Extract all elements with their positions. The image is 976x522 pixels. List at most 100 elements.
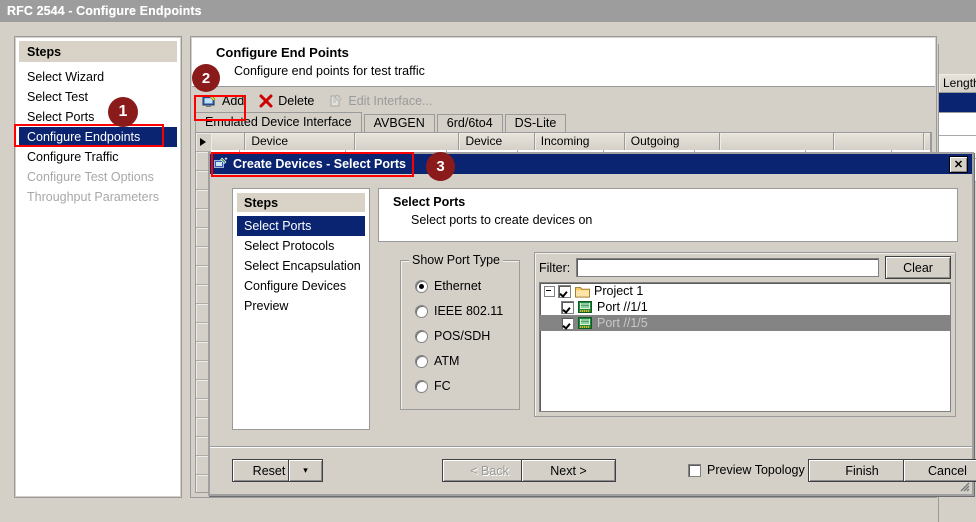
finish-button[interactable]: Finish (808, 459, 916, 482)
preview-topology-label: Preview Topology (707, 463, 805, 477)
show-port-type-legend: Show Port Type (409, 253, 504, 267)
create-devices-dialog-title[interactable]: Create Devices - Select Ports ✕ (210, 154, 972, 174)
checkbox-port-1-1[interactable] (561, 300, 574, 314)
radio-fc-label: FC (434, 379, 451, 393)
dialog-steps-list: Select Ports Select Protocols Select Enc… (233, 216, 369, 316)
radio-ieee-802-11[interactable]: IEEE 802.11 (415, 304, 503, 318)
window-title: RFC 2544 - Configure Endpoints (7, 4, 202, 18)
reset-dropdown-button[interactable]: ▾ (288, 459, 323, 482)
app-window: RFC 2544 - Configure Endpoints Steps Sel… (0, 0, 976, 522)
radio-ethernet[interactable]: Ethernet (415, 279, 481, 293)
callout-badge-1: 1 (108, 97, 138, 127)
port-icon (578, 300, 593, 314)
resize-grip-icon[interactable] (957, 479, 970, 492)
filter-row: Filter: Clear (539, 256, 951, 279)
dialog-main-area: Show Port Type Ethernet IEEE 802.11 POS/… (378, 246, 958, 428)
tree-node-label: Port //1/1 (597, 300, 648, 314)
grid-header-cell[interactable]: Device (459, 133, 535, 150)
ports-listbox: Filter: Clear Project 1 Port //1/1 Port … (534, 252, 956, 417)
right-strip-selected-row[interactable] (939, 93, 976, 113)
tab-ds-lite[interactable]: DS-Lite (504, 114, 567, 132)
dialog-page-title: Select Ports (393, 195, 466, 209)
grid-current-row-indicator (196, 133, 211, 152)
create-devices-dialog: Create Devices - Select Ports ✕ Steps Se… (208, 152, 976, 496)
right-strip-row[interactable] (939, 113, 976, 136)
tab-emulated-device-interface[interactable]: Emulated Device Interface (195, 112, 362, 132)
radio-ieee-802-11-label: IEEE 802.11 (434, 304, 504, 318)
wizard-steps-panel: Steps Select Wizard Select Test Select P… (14, 36, 182, 498)
tree-node-port-1-1[interactable]: Port //1/1 (540, 299, 950, 315)
grid-header-cell[interactable] (834, 133, 924, 150)
clear-button[interactable]: Clear (885, 256, 951, 279)
folder-icon (575, 285, 590, 298)
radio-pos-sdh[interactable]: POS/SDH (415, 329, 490, 343)
edit-interface-button: Edit Interface... (323, 91, 437, 111)
grid-header-cell[interactable] (924, 133, 931, 150)
grid-header-cell[interactable]: Incoming (534, 133, 625, 150)
dialog-step-select-protocols[interactable]: Select Protocols (233, 236, 369, 256)
tab-6rd-6to4[interactable]: 6rd/6to4 (436, 114, 503, 132)
radio-ieee-802-11-icon[interactable] (415, 304, 428, 318)
radio-ethernet-label: Ethernet (434, 279, 482, 293)
next-button[interactable]: Next > (521, 459, 616, 482)
length-column-header[interactable]: Length (939, 74, 976, 93)
tree-node-label: Project 1 (594, 284, 644, 298)
filter-input[interactable] (576, 258, 879, 277)
collapse-icon[interactable] (544, 285, 555, 297)
ports-tree[interactable]: Project 1 Port //1/1 Port //1/5 (539, 282, 951, 412)
add-device-icon (202, 93, 218, 109)
close-icon[interactable]: ✕ (949, 156, 968, 173)
sidebar-item-configure-traffic[interactable]: Configure Traffic (15, 147, 181, 167)
content-toolbar: Add Delete Edit Interface... (193, 89, 934, 113)
delete-button-label: Delete (278, 94, 315, 108)
delete-x-icon (258, 93, 274, 109)
radio-fc[interactable]: FC (415, 379, 451, 393)
tree-node-project-1[interactable]: Project 1 (540, 283, 950, 299)
add-button[interactable]: Add (197, 91, 249, 111)
radio-atm[interactable]: ATM (415, 354, 459, 368)
filter-label: Filter: (539, 260, 571, 275)
steps-list: Select Wizard Select Test Select Ports C… (15, 67, 181, 207)
tree-node-port-1-5[interactable]: Port //1/5 (540, 315, 950, 331)
grid-header-cell[interactable] (354, 133, 460, 150)
dialog-step-select-encapsulation[interactable]: Select Encapsulation (233, 256, 369, 276)
grid-header-cell[interactable]: Outgoing (624, 133, 720, 150)
grid-header-row: Device Device Incoming Outgoing (211, 133, 931, 151)
show-port-type-group: Show Port Type Ethernet IEEE 802.11 POS/… (400, 253, 520, 410)
radio-fc-icon[interactable] (415, 379, 428, 393)
sidebar-item-select-test[interactable]: Select Test (15, 87, 181, 107)
window-titlebar: RFC 2544 - Configure Endpoints (0, 0, 976, 22)
create-devices-icon (214, 157, 229, 171)
dialog-title-text: Create Devices - Select Ports (233, 157, 407, 171)
edit-interface-button-label: Edit Interface... (348, 94, 433, 108)
page-subtitle: Configure end points for test traffic (234, 64, 425, 78)
dialog-step-configure-devices[interactable]: Configure Devices (233, 276, 369, 296)
page-title: Configure End Points (216, 45, 349, 60)
sidebar-item-select-wizard[interactable]: Select Wizard (15, 67, 181, 87)
dialog-body: Steps Select Ports Select Protocols Sele… (210, 174, 976, 494)
preview-topology-checkbox[interactable] (688, 463, 701, 477)
delete-button[interactable]: Delete (253, 91, 319, 111)
dialog-step-select-ports[interactable]: Select Ports (237, 216, 365, 236)
steps-header: Steps (19, 41, 177, 62)
radio-pos-sdh-icon[interactable] (415, 329, 428, 343)
sidebar-item-configure-endpoints[interactable]: Configure Endpoints (19, 127, 177, 147)
grid-header-cell[interactable]: Device (245, 133, 355, 150)
callout-badge-2: 2 (192, 64, 220, 92)
callout-badge-3: 3 (426, 152, 455, 181)
port-icon (578, 316, 593, 330)
grid-header-cell[interactable] (211, 133, 246, 150)
dialog-steps-panel: Steps Select Ports Select Protocols Sele… (232, 188, 370, 430)
checkbox-project-1[interactable] (558, 284, 571, 298)
tab-avbgen[interactable]: AVBGEN (363, 114, 435, 132)
radio-atm-icon[interactable] (415, 354, 428, 368)
tabstrip: Emulated Device Interface AVBGEN 6rd/6to… (195, 112, 934, 132)
preview-topology-checkbox-row[interactable]: Preview Topology (688, 463, 805, 477)
radio-ethernet-icon[interactable] (415, 279, 428, 293)
checkbox-port-1-5[interactable] (561, 316, 574, 330)
dialog-step-preview[interactable]: Preview (233, 296, 369, 316)
grid-header-cell[interactable] (719, 133, 835, 150)
dialog-right-region: Select Ports Select ports to create devi… (378, 188, 958, 428)
sidebar-item-select-ports[interactable]: Select Ports (15, 107, 181, 127)
dialog-page-subtitle: Select ports to create devices on (411, 213, 593, 227)
